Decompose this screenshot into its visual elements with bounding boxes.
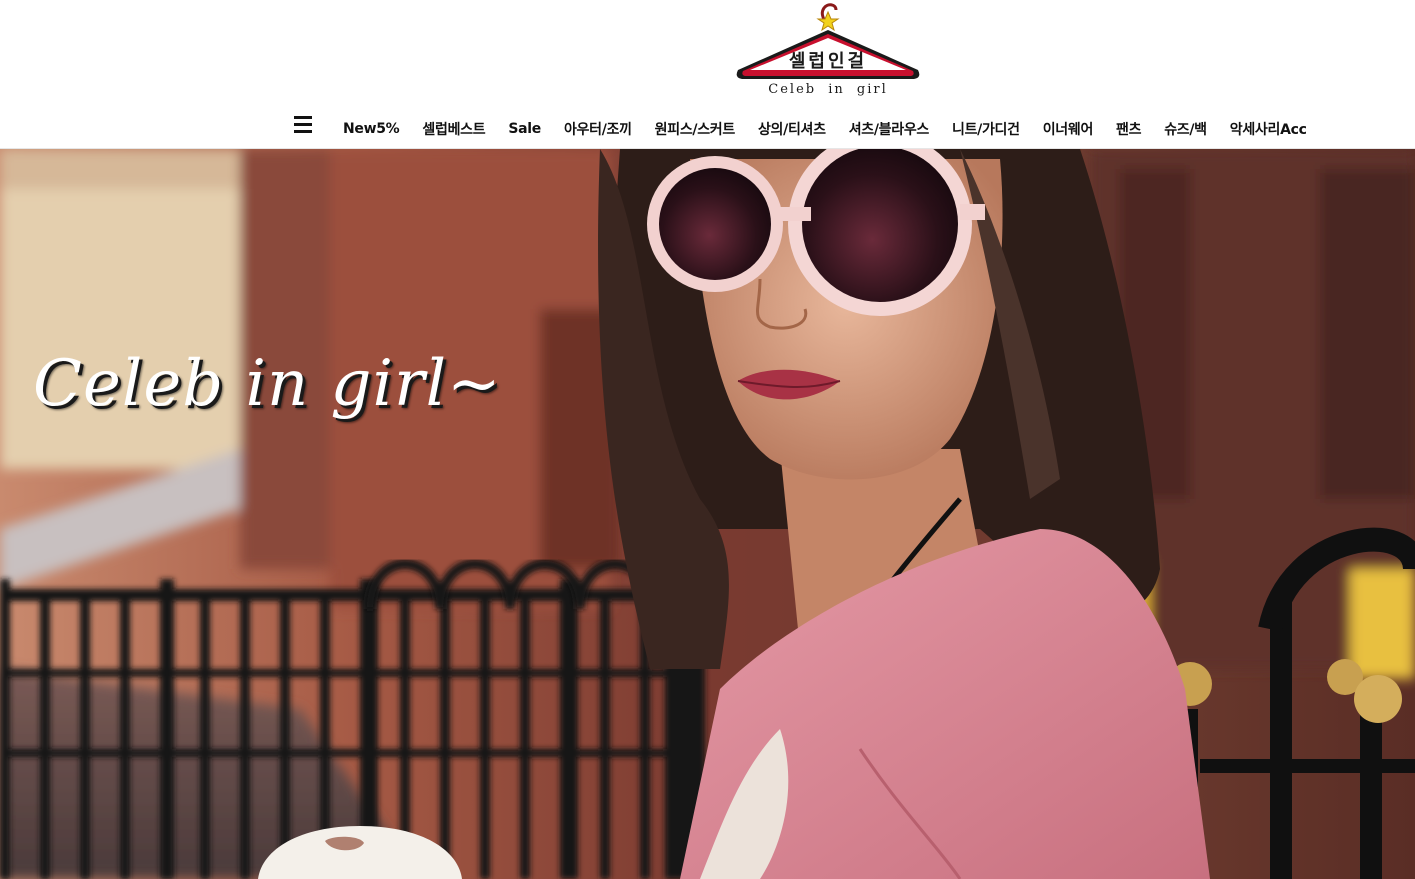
brand-logo[interactable]: 셀럽인걸 Celeb in girl	[730, 0, 926, 104]
nav-item-sale[interactable]: Sale	[508, 121, 541, 137]
nav-item-pants[interactable]: 팬츠	[1116, 119, 1141, 139]
nav-item-shirt-blouse[interactable]: 셔츠/블라우스	[849, 119, 930, 139]
nav-item-innerwear[interactable]: 이너웨어	[1043, 119, 1094, 139]
hamburger-icon[interactable]	[294, 116, 316, 138]
logo-english-text: Celeb in girl	[768, 82, 888, 97]
hero-banner[interactable]: Celeb in girl~	[0, 149, 1415, 879]
nav-item-new[interactable]: New5%	[343, 121, 400, 137]
nav-item-accessories[interactable]: 악세사리Acc	[1230, 119, 1307, 139]
nav-item-knit-cardigan[interactable]: 니트/가디건	[952, 119, 1020, 139]
hero-photo	[0, 149, 1415, 879]
hero-title: Celeb in girl~	[33, 347, 502, 421]
nav-item-onepiece-skirt[interactable]: 원피스/스커트	[655, 119, 736, 139]
nav-item-celeb-best[interactable]: 셀럽베스트	[422, 119, 485, 139]
nav-item-outer[interactable]: 아우터/조끼	[564, 119, 632, 139]
nav-item-shoes-bag[interactable]: 슈즈/백	[1164, 119, 1207, 139]
nav-items: New5% 셀럽베스트 Sale 아우터/조끼 원피스/스커트 상의/티셔츠 셔…	[343, 112, 1307, 146]
site-header: 셀럽인걸 Celeb in girl New5% 셀럽베스트 Sale 아우터/…	[0, 0, 1415, 149]
nav-item-top-tshirt[interactable]: 상의/티셔츠	[758, 119, 826, 139]
main-navigation: New5% 셀럽베스트 Sale 아우터/조끼 원피스/스커트 상의/티셔츠 셔…	[0, 112, 1415, 148]
logo-korean-text: 셀럽인걸	[788, 51, 868, 72]
